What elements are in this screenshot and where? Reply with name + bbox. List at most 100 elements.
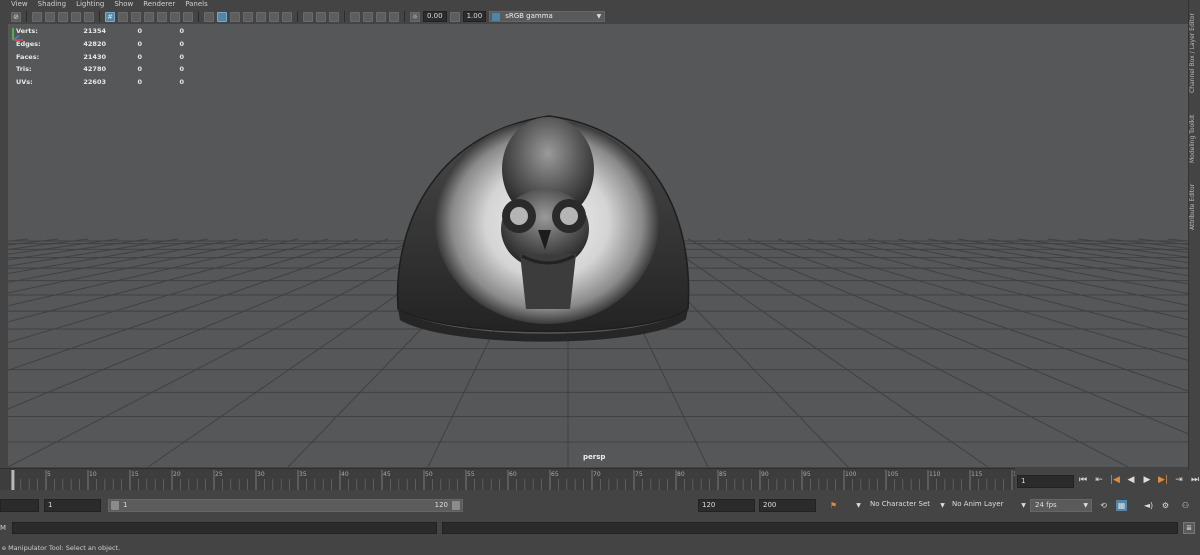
fps-dropdown[interactable]: 24 fps <box>1030 499 1092 512</box>
range-slider[interactable]: 1 120 <box>108 499 463 512</box>
two-d-pan-zoom-icon[interactable] <box>71 11 81 22</box>
maya-window: View Shading Lighting Show Renderer Pane… <box>0 0 1200 555</box>
step-forward-frame-icon[interactable]: ⇥ <box>1174 474 1184 487</box>
xray-icon[interactable] <box>363 11 373 22</box>
anim-layer-menu-icon[interactable]: ▼ <box>937 500 948 511</box>
anti-aliasing-icon[interactable] <box>329 11 339 22</box>
timeline-tick-label: 5 <box>47 471 51 478</box>
fps-menu-icon[interactable]: ▼ <box>1018 500 1029 511</box>
grease-pencil-icon[interactable] <box>84 11 94 22</box>
xray-joints-icon[interactable] <box>389 11 399 22</box>
perspective-viewport[interactable]: Verts: 21354 0 0 Edges: 42820 0 0 Faces:… <box>8 24 1188 467</box>
helmet-model[interactable] <box>396 115 690 342</box>
film-gate-icon[interactable] <box>118 11 128 22</box>
hud-value: 0 <box>179 27 184 35</box>
view-transform-dropdown[interactable]: sRGB gamma <box>489 11 606 22</box>
playback-start-field[interactable]: 1 <box>44 499 101 512</box>
timeline-tick-label: 15 <box>131 471 139 478</box>
textured-icon[interactable] <box>256 11 266 22</box>
isolate-select-icon[interactable] <box>350 11 360 22</box>
safe-action-icon[interactable] <box>170 11 180 22</box>
use-all-lights-icon[interactable] <box>269 11 279 22</box>
image-plane-icon[interactable] <box>58 11 68 22</box>
range-end-handle[interactable] <box>452 501 460 510</box>
screen-space-ao-icon[interactable] <box>303 11 313 22</box>
cache-playback-icon[interactable]: ▦ <box>1116 500 1127 511</box>
timeline-tick-label: 25 <box>215 471 223 478</box>
grid-line <box>8 238 449 467</box>
motion-blur-icon[interactable] <box>316 11 326 22</box>
range-slider-start-label: 1 <box>123 501 128 509</box>
tab-modeling-toolkit[interactable]: Modeling Toolkit <box>1189 103 1200 163</box>
command-input[interactable] <box>12 522 437 534</box>
field-chart-icon[interactable] <box>157 11 167 22</box>
play-forwards-icon[interactable]: ▶ <box>1142 474 1152 487</box>
wireframe-icon[interactable] <box>204 11 214 22</box>
character-set-dropdown[interactable]: No Character Set <box>866 499 936 512</box>
timeline-tick-label: 85 <box>719 471 727 478</box>
select-camera-icon[interactable]: ⊘ <box>11 11 21 22</box>
anim-preferences-icon[interactable]: ⚙ <box>1160 500 1171 511</box>
menu-shading[interactable]: Shading <box>38 0 66 9</box>
loop-icon[interactable]: ⟲ <box>1098 500 1109 511</box>
panel-toolbar: ⊘ # ☼ 0.00 1.00 sRGB gamma ▼ <box>0 9 1188 24</box>
go-to-end-icon[interactable]: ⏭ <box>1190 474 1200 487</box>
shadows-icon[interactable] <box>282 11 292 22</box>
step-back-key-icon[interactable]: |◀ <box>1110 474 1120 487</box>
toolbar-separator <box>404 11 405 22</box>
current-frame-field[interactable]: 1 <box>1017 475 1074 488</box>
hud-value: 0 <box>137 27 142 35</box>
timeline-tick-label: 95 <box>803 471 811 478</box>
anim-layer-dropdown[interactable]: No Anim Layer <box>948 499 1018 512</box>
bookmark-icon[interactable] <box>45 11 55 22</box>
menu-renderer[interactable]: Renderer <box>143 0 175 9</box>
wireframe-on-shaded-icon[interactable] <box>243 11 253 22</box>
gate-mask-icon[interactable] <box>144 11 154 22</box>
timeline-tick-label: 50 <box>425 471 433 478</box>
xray-active-components-icon[interactable] <box>376 11 386 22</box>
character-set-menu-icon[interactable]: ▼ <box>853 500 864 511</box>
timeline-tick-label: 110 <box>929 471 941 478</box>
timeline-tick-label: 45 <box>383 471 391 478</box>
exposure-field[interactable]: 0.00 <box>423 11 447 22</box>
menu-lighting[interactable]: Lighting <box>76 0 104 9</box>
resolution-gate-icon[interactable] <box>131 11 141 22</box>
poly-count-hud: Verts: 21354 0 0 Edges: 42820 0 0 Faces:… <box>16 25 184 89</box>
grid-icon[interactable]: # <box>105 11 115 22</box>
menu-show[interactable]: Show <box>114 0 133 9</box>
camera-name-label: persp <box>583 453 606 461</box>
script-language-toggle[interactable]: M <box>0 522 8 534</box>
step-back-frame-icon[interactable]: ⇤ <box>1094 474 1104 487</box>
play-backwards-icon[interactable]: ◀ <box>1126 474 1136 487</box>
animation-end-field[interactable]: 200 <box>759 499 816 512</box>
grid-line <box>747 238 1188 392</box>
tab-attribute-editor[interactable]: Attribute Editor <box>1189 172 1200 230</box>
range-start-handle[interactable] <box>111 501 119 510</box>
timeline-tick-label: 55 <box>467 471 475 478</box>
auto-key-icon[interactable]: ⚑ <box>828 500 839 511</box>
gamma-icon[interactable] <box>449 11 460 22</box>
hotkey-person-icon[interactable]: ⚇ <box>1180 500 1191 511</box>
playback-end-field[interactable]: 120 <box>698 499 755 512</box>
exposure-icon[interactable]: ☼ <box>410 11 420 22</box>
animation-start-field[interactable] <box>0 499 39 512</box>
step-forward-key-icon[interactable]: ▶| <box>1158 474 1168 487</box>
tab-channel-box[interactable]: Channel Box / Layer Editor <box>1189 8 1200 93</box>
hud-value: 42780 <box>83 65 106 74</box>
hud-value: 0 <box>179 78 184 87</box>
menu-view[interactable]: View <box>11 0 28 9</box>
time-slider[interactable]: 5 10 15 20 25 30 35 40 45 50 55 60 65 70 75 80 85 90 95 100… <box>0 468 1015 490</box>
range-slider-end-label: 120 <box>434 501 448 509</box>
gamma-field[interactable]: 1.00 <box>462 11 487 22</box>
smooth-shade-icon[interactable] <box>217 11 227 22</box>
script-editor-icon[interactable]: ≣ <box>1183 522 1195 534</box>
go-to-start-icon[interactable]: ⏮ <box>1078 474 1088 487</box>
menu-panels[interactable]: Panels <box>185 0 208 9</box>
safe-title-icon[interactable] <box>183 11 193 22</box>
camera-attributes-icon[interactable] <box>32 11 42 22</box>
grid-line <box>687 238 1129 467</box>
use-default-material-icon[interactable] <box>230 11 240 22</box>
timeline-tick-label: 10 <box>89 471 97 478</box>
grid-line <box>837 238 1188 321</box>
sound-icon[interactable]: ◄) <box>1143 500 1154 511</box>
